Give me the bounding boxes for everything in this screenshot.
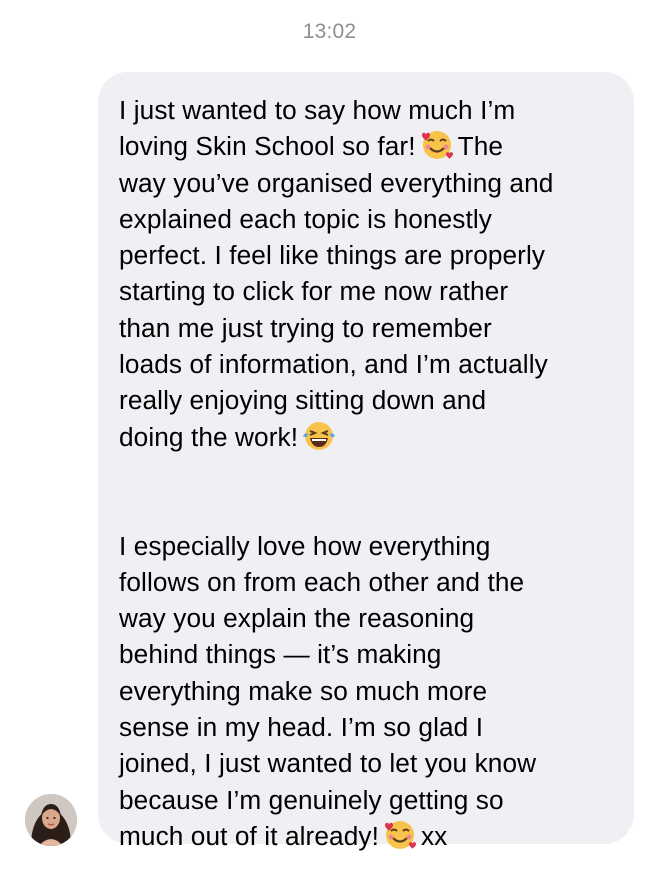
message-line: explained each topic is honestly <box>119 203 492 234</box>
avatar-icon <box>25 794 77 846</box>
smiling-face-with-hearts-icon <box>420 129 454 161</box>
chat-screen: 13:02 I just wanted to say how much I’m … <box>0 0 659 870</box>
message-line: sense in my head. I’m so glad I <box>119 712 484 743</box>
message-line: I especially love how everything <box>119 530 491 561</box>
message-line: everything make so much more <box>119 675 488 706</box>
message-line: loads of information, and I’m actually <box>119 349 548 380</box>
message-line: way you’ve organised everything and <box>119 167 554 198</box>
message-line: perfect. I feel like things are properly <box>119 240 546 271</box>
message-line: loving Skin School so far! The <box>119 129 504 162</box>
message-line: than me just trying to remember <box>119 312 492 343</box>
message-timestamp: 13:02 <box>302 20 357 43</box>
message-line: I just wanted to say how much I’m <box>119 95 516 125</box>
message-line: really enjoying sitting down and <box>119 385 487 416</box>
message-paragraph-2: I especially love how everything follows… <box>119 528 616 855</box>
message-line: doing the work! <box>119 419 616 455</box>
message-line: follows on from each other and the <box>119 566 525 597</box>
message-line: because I’m genuinely getting so <box>119 784 504 815</box>
message-line: joined, I just wanted to let you know <box>119 748 537 779</box>
message-bubble[interactable]: I just wanted to say how much I’m loving… <box>98 72 634 851</box>
tears-of-joy-icon <box>302 420 336 452</box>
message-line: starting to click for me now rather <box>119 276 509 307</box>
message-line: much out of it already! xx <box>119 819 448 851</box>
message-paragraph-1: I just wanted to say how much I’m loving… <box>119 92 616 455</box>
message-line: way you explain the reasoning <box>119 603 475 634</box>
message-line: behind things — it’s making <box>119 639 442 670</box>
smiling-face-with-hearts-icon <box>383 819 417 851</box>
sender-avatar[interactable] <box>25 794 77 846</box>
